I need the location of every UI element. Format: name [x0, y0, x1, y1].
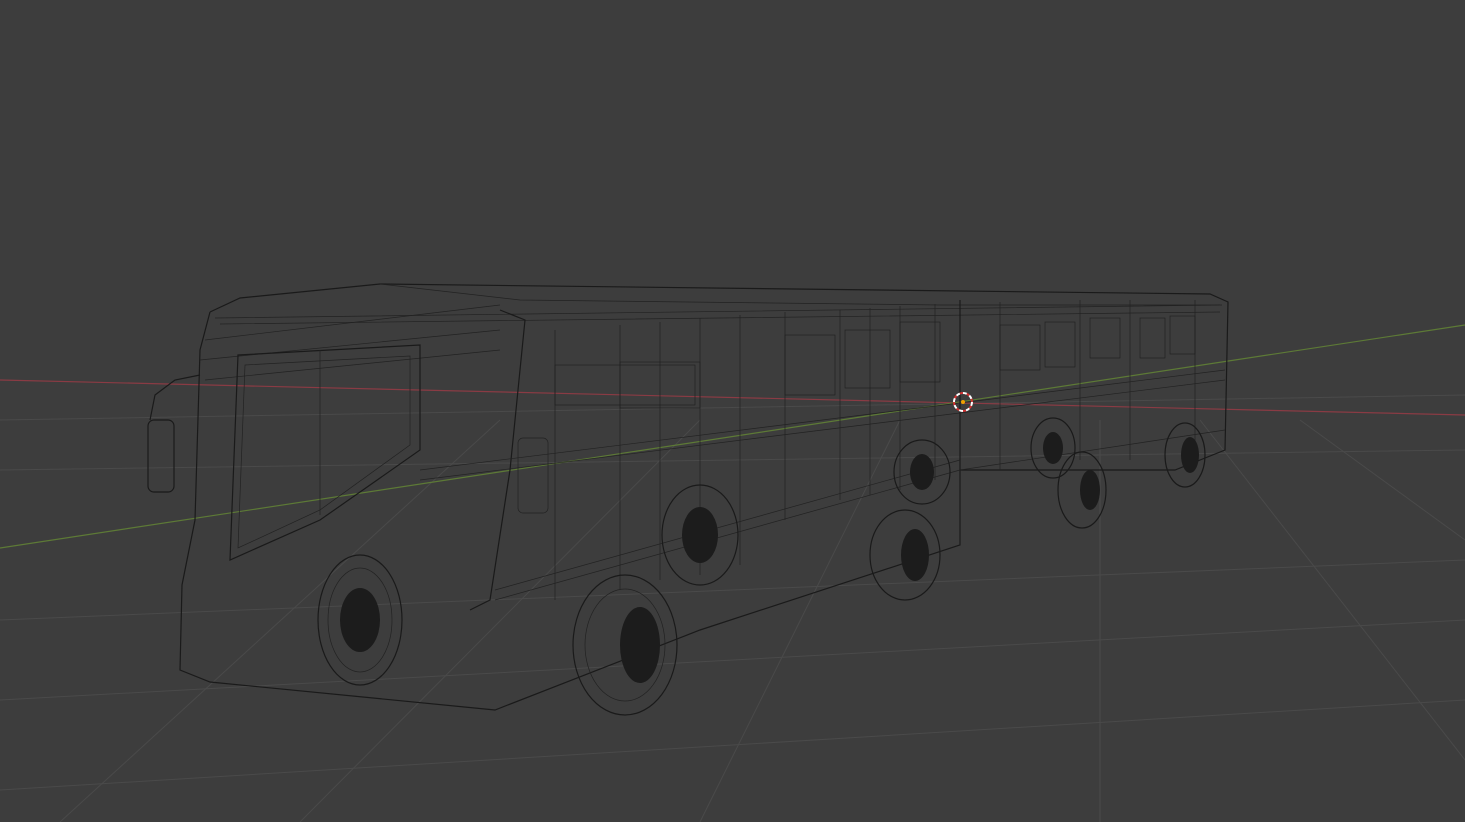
rear-wheel-1 — [1030, 417, 1076, 479]
floor-grid — [0, 394, 1465, 822]
x-axis-line — [0, 379, 1465, 416]
rear-wheel-3 — [1164, 422, 1206, 488]
front-wheel-left — [317, 554, 403, 686]
bus-wireframe[interactable] — [147, 283, 1229, 716]
3d-viewport[interactable] — [0, 0, 1465, 822]
viewport-canvas[interactable] — [0, 0, 1465, 822]
y-axis-line — [0, 324, 1465, 549]
rear-wheel-2 — [1057, 451, 1107, 529]
mid-rear-wheel-left — [893, 439, 951, 505]
